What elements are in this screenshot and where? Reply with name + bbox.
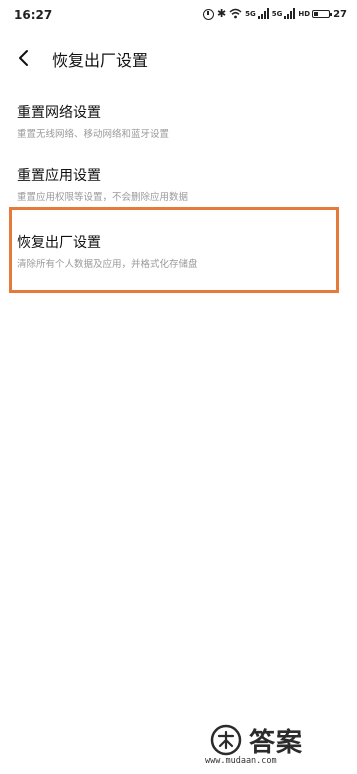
status-bar: 16:27 ✱ 5G 5G HD 27 — [0, 0, 357, 30]
item-subtitle: 重置应用权限等设置，不会删除应用数据 — [17, 192, 189, 203]
watermark-logo-icon — [210, 724, 242, 756]
watermark-text: 答案 — [249, 728, 304, 758]
battery-level — [314, 12, 319, 16]
signal-icon-2 — [284, 8, 296, 20]
item-title: 重置应用设置 — [17, 168, 101, 184]
item-subtitle: 重置无线网络、移动网络和蓝牙设置 — [17, 129, 170, 140]
wifi-icon — [229, 8, 242, 20]
status-time: 16:27 — [14, 8, 53, 22]
signal-label-2: 5G — [271, 10, 283, 18]
signal-label-1: 5G — [245, 10, 256, 18]
bluetooth-icon: ✱ — [216, 7, 227, 20]
watermark-url: www.mudaan.com — [205, 756, 277, 766]
header: 恢复出厂设置 — [0, 40, 357, 76]
battery-icon — [312, 10, 333, 18]
battery-percent: 27 — [333, 8, 347, 20]
screen: 16:27 ✱ 5G 5G HD 27 恢复出厂设置 重置网络设置 重置无线网络… — [0, 0, 357, 774]
highlight-box — [9, 207, 339, 293]
page-title: 恢复出厂设置 — [52, 51, 149, 70]
signal-icon — [257, 8, 269, 20]
reset-network-settings-item[interactable]: 重置网络设置 重置无线网络、移动网络和蓝牙设置 — [0, 102, 357, 158]
alarm-icon — [202, 8, 214, 20]
status-icons: ✱ 5G 5G HD 27 — [202, 7, 347, 21]
watermark: 答案 www.mudaan.com — [205, 720, 350, 768]
item-title: 重置网络设置 — [17, 105, 101, 121]
chevron-left-icon[interactable] — [14, 48, 34, 68]
signal-label-3: HD — [298, 10, 311, 18]
